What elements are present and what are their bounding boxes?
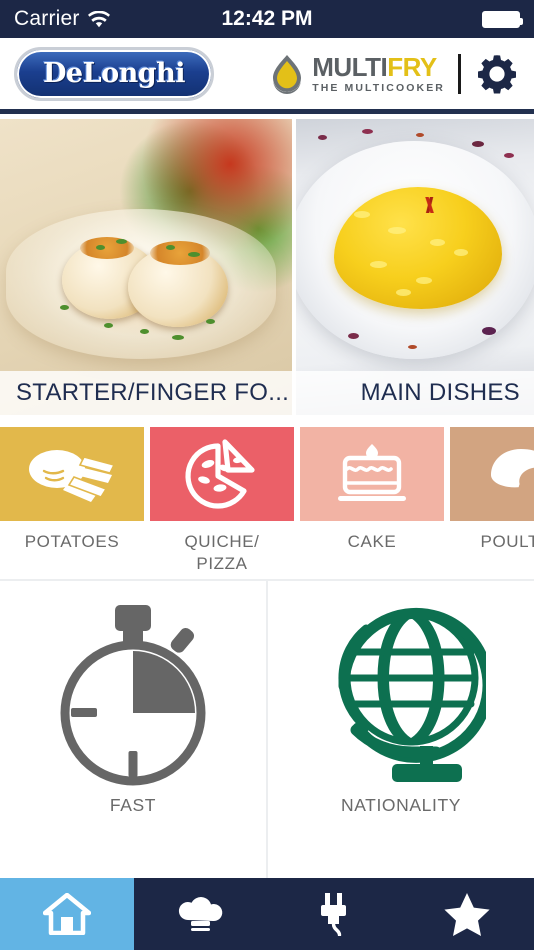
category-label: QUICHE/ PIZZA bbox=[184, 532, 260, 573]
wifi-icon bbox=[87, 10, 110, 28]
home-icon bbox=[42, 893, 91, 935]
feature-label: FAST bbox=[109, 795, 157, 815]
poultry-tile[interactable] bbox=[450, 427, 534, 521]
multifry-word-multi: MULTI bbox=[312, 51, 388, 82]
header-right-group: MULTIFRY THE MULTICOOKER bbox=[269, 51, 520, 97]
delonghi-brand-logo[interactable]: DeLonghi bbox=[14, 46, 214, 101]
globe-icon bbox=[316, 593, 486, 795]
layer-cake-icon bbox=[331, 440, 413, 508]
potato-fries-icon bbox=[24, 443, 120, 505]
app-header: DeLonghi MULTIFRY THE MULTICOOKER bbox=[0, 38, 534, 114]
battery-full-icon bbox=[482, 10, 523, 28]
feature-nationality[interactable]: NATIONALITY bbox=[266, 581, 534, 878]
tab-appliance[interactable] bbox=[267, 878, 401, 950]
tab-favorites[interactable] bbox=[401, 878, 534, 950]
carousel-card-starter[interactable]: STARTER/FINGER FO... bbox=[0, 119, 292, 415]
potato-fries-tile[interactable] bbox=[0, 427, 144, 521]
multifry-main-line: MULTIFRY bbox=[312, 54, 445, 80]
tab-recipes[interactable] bbox=[134, 878, 268, 950]
app-screen: Carrier 12:42 PM DeLonghi MULTIFRY THE M… bbox=[0, 0, 534, 950]
layer-cake-tile[interactable] bbox=[300, 427, 444, 521]
carousel-card-label: MAIN DISHES bbox=[296, 371, 534, 415]
delonghi-logo-text: DeLonghi bbox=[43, 58, 185, 89]
pizza-slice-tile[interactable] bbox=[150, 427, 294, 521]
pizza-slice-icon bbox=[184, 438, 260, 510]
category-label: CAKE bbox=[347, 532, 397, 551]
carrier-label: Carrier bbox=[14, 7, 80, 30]
oil-drop-icon bbox=[269, 54, 305, 94]
tab-home[interactable] bbox=[0, 878, 134, 950]
category-item-quiche-pizza[interactable]: QUICHE/ PIZZA bbox=[150, 427, 294, 578]
status-bar-left: Carrier bbox=[14, 7, 110, 31]
feature-row[interactable]: FAST NATIONALITY bbox=[0, 579, 534, 878]
category-carousel[interactable]: STARTER/FINGER FO... MAIN DISHES bbox=[0, 119, 534, 415]
feature-fast[interactable]: FAST bbox=[0, 581, 266, 878]
status-bar: Carrier 12:42 PM bbox=[0, 0, 534, 38]
multifry-product-logo: MULTIFRY THE MULTICOOKER bbox=[269, 53, 461, 94]
plug-icon bbox=[317, 892, 351, 936]
poultry-icon bbox=[479, 441, 534, 507]
stopwatch-icon bbox=[49, 593, 217, 795]
chef-hat-icon bbox=[175, 894, 225, 934]
carousel-card-main-dishes[interactable]: MAIN DISHES bbox=[296, 119, 534, 415]
bottom-tab-bar[interactable] bbox=[0, 878, 534, 950]
category-label: POTATOES bbox=[24, 532, 120, 551]
gear-icon[interactable] bbox=[474, 51, 520, 97]
category-tile-strip[interactable]: POTATOES QUICHE/ PIZZA CAKE POULT bbox=[0, 427, 534, 578]
multifry-tagline: THE MULTICOOKER bbox=[312, 81, 445, 94]
category-label: POULTRY bbox=[480, 532, 534, 551]
multifry-word-fry: FRY bbox=[387, 51, 437, 82]
category-item-potatoes[interactable]: POTATOES bbox=[0, 427, 144, 578]
feature-label: NATIONALITY bbox=[340, 795, 462, 815]
category-item-cake[interactable]: CAKE bbox=[300, 427, 444, 578]
multifry-wordmark: MULTIFRY THE MULTICOOKER bbox=[312, 54, 445, 94]
category-item-poultry[interactable]: POULTRY bbox=[450, 427, 534, 578]
star-icon bbox=[444, 892, 490, 936]
carousel-card-label: STARTER/FINGER FO... bbox=[0, 371, 292, 415]
